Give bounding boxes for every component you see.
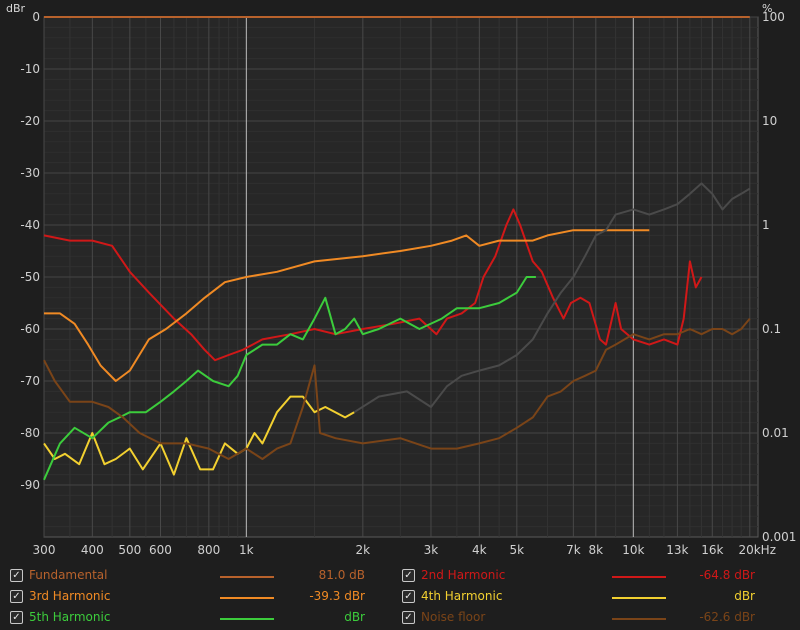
y-right-tick-label: 0.001: [762, 530, 796, 544]
legend-checkbox-2nd-harmonic[interactable]: ✓: [402, 569, 415, 582]
legend-value-fundamental: 81.0 dB: [318, 568, 365, 582]
x-tick-label: 3k: [424, 543, 439, 557]
y-tick-label: -60: [20, 322, 40, 336]
legend-label-fundamental: Fundamental: [29, 568, 108, 582]
legend-checkbox-fundamental[interactable]: ✓: [10, 569, 23, 582]
legend-label-noise-floor: Noise floor: [421, 610, 486, 624]
legend-checkbox-3rd-harmonic[interactable]: ✓: [10, 590, 23, 603]
legend-value-noise-floor: -62.6 dBr: [699, 610, 755, 624]
legend-item-2nd-harmonic[interactable]: ✓ 2nd Harmonic -64.8 dBr: [402, 566, 757, 586]
legend-value-4th-harmonic: dBr: [734, 589, 755, 603]
y-tick-label: -50: [20, 270, 40, 284]
legend-item-5th-harmonic[interactable]: ✓ 5th Harmonic dBr: [10, 608, 380, 628]
x-tick-label: 5k: [510, 543, 525, 557]
frequency-response-chart: 0-10-20-30-40-50-60-70-80-901001010.10.0…: [20, 10, 796, 557]
x-tick-label: 20kHz: [738, 543, 776, 557]
legend-label-2nd-harmonic: 2nd Harmonic: [421, 568, 506, 582]
legend-value-5th-harmonic: dBr: [344, 610, 365, 624]
x-tick-label: 600: [149, 543, 172, 557]
right-axis-unit: %: [762, 2, 773, 15]
x-tick-label: 300: [33, 543, 56, 557]
legend: ✓ Fundamental 81.0 dB ✓ 3rd Harmonic -39…: [0, 563, 800, 630]
x-tick-label: 7k: [566, 543, 581, 557]
y-tick-label: -90: [20, 478, 40, 492]
legend-value-2nd-harmonic: -64.8 dBr: [699, 568, 755, 582]
y-right-tick-label: 0.1: [762, 322, 781, 336]
y-right-tick-label: 1: [762, 218, 770, 232]
legend-label-3rd-harmonic: 3rd Harmonic: [29, 589, 111, 603]
legend-checkbox-noise-floor[interactable]: ✓: [402, 611, 415, 624]
legend-item-fundamental[interactable]: ✓ Fundamental 81.0 dB: [10, 566, 380, 586]
x-tick-label: 400: [81, 543, 104, 557]
legend-label-5th-harmonic: 5th Harmonic: [29, 610, 111, 624]
y-tick-label: -30: [20, 166, 40, 180]
x-tick-label: 16k: [701, 543, 723, 557]
x-tick-label: 800: [197, 543, 220, 557]
y-tick-label: 0: [32, 10, 40, 24]
y-tick-label: -10: [20, 62, 40, 76]
legend-item-4th-harmonic[interactable]: ✓ 4th Harmonic dBr: [402, 587, 757, 607]
x-tick-label: 10k: [622, 543, 644, 557]
legend-checkbox-4th-harmonic[interactable]: ✓: [402, 590, 415, 603]
y-right-tick-label: 10: [762, 114, 777, 128]
x-tick-label: 4k: [472, 543, 487, 557]
x-tick-label: 13k: [666, 543, 688, 557]
x-tick-label: 8k: [589, 543, 604, 557]
legend-label-4th-harmonic: 4th Harmonic: [421, 589, 503, 603]
x-tick-label: 500: [118, 543, 141, 557]
y-tick-label: -40: [20, 218, 40, 232]
legend-item-noise-floor[interactable]: ✓ Noise floor -62.6 dBr: [402, 608, 757, 628]
y-right-tick-label: 0.01: [762, 426, 789, 440]
x-tick-label: 1k: [239, 543, 254, 557]
left-axis-unit: dBr: [6, 2, 26, 15]
x-tick-label: 2k: [356, 543, 371, 557]
y-tick-label: -70: [20, 374, 40, 388]
y-tick-label: -20: [20, 114, 40, 128]
legend-item-3rd-harmonic[interactable]: ✓ 3rd Harmonic -39.3 dBr: [10, 587, 380, 607]
legend-value-3rd-harmonic: -39.3 dBr: [309, 589, 365, 603]
legend-checkbox-5th-harmonic[interactable]: ✓: [10, 611, 23, 624]
y-tick-label: -80: [20, 426, 40, 440]
